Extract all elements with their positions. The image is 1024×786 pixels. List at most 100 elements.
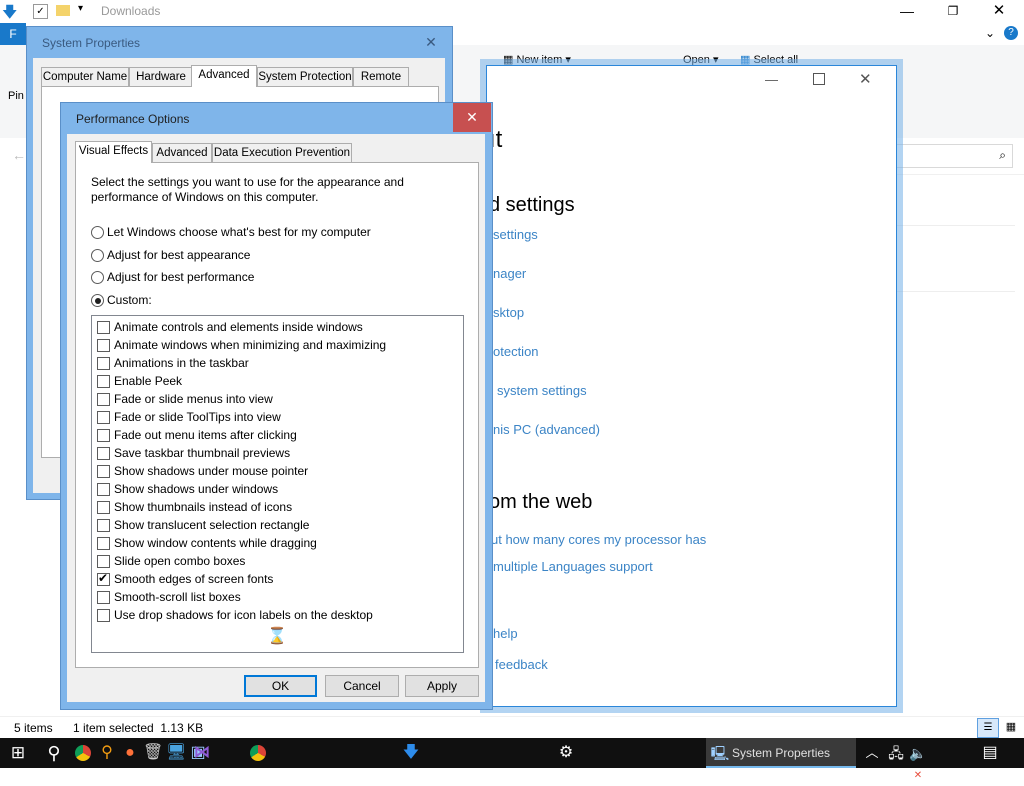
tab-remote[interactable]: Remote <box>353 67 409 87</box>
option-label: Animate windows when minimizing and maxi… <box>114 338 387 352</box>
radio-option-best-appearance[interactable]: Adjust for best appearance <box>91 248 411 264</box>
link-bitlocker-settings[interactable]: settings <box>493 227 538 242</box>
list-item[interactable]: Smooth-scroll list boxes <box>92 589 463 607</box>
list-item[interactable]: Show shadows under mouse pointer <box>92 463 463 481</box>
tab-computer-name[interactable]: Computer Name <box>41 67 129 87</box>
checkbox[interactable] <box>97 429 110 442</box>
tab-advanced[interactable]: Advanced <box>191 65 257 87</box>
pin-label[interactable]: Pin <box>8 90 24 102</box>
about-close-button[interactable]: ✕ <box>859 70 872 88</box>
list-item[interactable]: Animations in the taskbar <box>92 355 463 373</box>
volume-muted-icon[interactable]: 🔈✕ <box>908 743 928 781</box>
list-item[interactable]: Show thumbnails instead of icons <box>92 499 463 517</box>
checkbox[interactable] <box>97 447 110 460</box>
downloads-window-icon[interactable]: 🡇 <box>401 743 421 763</box>
checkbox[interactable] <box>97 555 110 568</box>
checkbox[interactable] <box>97 465 110 478</box>
details-view-icon[interactable]: ☰ <box>977 718 999 738</box>
checkbox[interactable] <box>97 339 110 352</box>
quick-access-dropdown-icon[interactable]: ▾ <box>78 3 83 14</box>
firefox-icon[interactable]: ● <box>120 743 140 763</box>
list-item[interactable]: Use drop shadows for icon labels on the … <box>92 607 463 625</box>
link-get-help[interactable]: help <box>493 626 518 641</box>
checkbox[interactable] <box>97 501 110 514</box>
checkbox[interactable] <box>97 609 110 622</box>
checkbox[interactable] <box>97 375 110 388</box>
file-tab[interactable]: F <box>0 23 26 45</box>
cancel-button[interactable]: Cancel <box>325 675 399 697</box>
checkbox[interactable] <box>97 483 110 496</box>
link-processor-cores[interactable]: ut how many cores my processor has <box>491 532 706 547</box>
taskbar-system-properties-button[interactable]: 🖳 System Properties <box>706 738 856 768</box>
checkbox[interactable] <box>97 591 110 604</box>
radio-option-best-performance[interactable]: Adjust for best performance <box>91 270 411 286</box>
checkbox[interactable] <box>97 537 110 550</box>
radio-button[interactable] <box>91 294 104 307</box>
link-rename-pc[interactable]: nis PC (advanced) <box>493 422 600 437</box>
folder-quick-icon[interactable] <box>56 5 70 16</box>
list-item[interactable]: Show shadows under windows <box>92 481 463 499</box>
windows-start-icon[interactable]: ⊞ <box>8 743 28 763</box>
list-item[interactable]: Fade or slide ToolTips into view <box>92 409 463 427</box>
action-center-icon[interactable]: ▤ <box>980 743 1000 763</box>
list-item[interactable]: Animate windows when minimizing and maxi… <box>92 337 463 355</box>
list-item[interactable]: Animate controls and elements inside win… <box>92 319 463 337</box>
ok-button[interactable]: OK <box>244 675 317 697</box>
list-item[interactable]: Slide open combo boxes <box>92 553 463 571</box>
link-language-support[interactable]: multiple Languages support <box>493 559 653 574</box>
tab-visual-effects[interactable]: Visual Effects <box>75 141 152 163</box>
tab-data-execution-prevention[interactable]: Data Execution Prevention <box>212 143 352 163</box>
help-icon[interactable]: ? <box>1004 26 1018 40</box>
properties-quick-icon[interactable]: ✓ <box>33 4 48 19</box>
radio-button[interactable] <box>91 249 104 262</box>
about-maximize-button[interactable] <box>813 73 825 85</box>
search-tool-icon[interactable]: ⚲ <box>97 743 117 763</box>
radio-option-let-windows-choose[interactable]: Let Windows choose what's best for my co… <box>91 225 411 241</box>
list-item[interactable]: Save taskbar thumbnail previews <box>92 445 463 463</box>
visual-studio-icon[interactable]: ⋈ <box>192 743 212 763</box>
search-icon[interactable]: ⚲ <box>44 743 64 763</box>
checkbox[interactable] <box>97 357 110 370</box>
link-device-manager[interactable]: nager <box>493 266 526 281</box>
tab-hardware[interactable]: Hardware <box>129 67 193 87</box>
performance-options-close-button[interactable]: ✕ <box>453 103 491 132</box>
ribbon-collapse-icon[interactable]: ⌄ <box>985 26 995 40</box>
link-remote-desktop[interactable]: sktop <box>493 305 524 320</box>
network-tray-icon[interactable]: 🖧 <box>886 743 906 763</box>
list-item[interactable]: Fade out menu items after clicking <box>92 427 463 445</box>
search-input[interactable]: ⌕ <box>895 144 1013 168</box>
back-arrow-icon[interactable]: ← <box>12 147 26 163</box>
checkbox[interactable] <box>97 571 110 586</box>
list-item[interactable]: Show window contents while dragging <box>92 535 463 553</box>
checkbox[interactable] <box>97 321 110 334</box>
chevron-up-icon[interactable]: ︿ <box>862 743 882 763</box>
list-item[interactable]: Smooth edges of screen fonts <box>92 571 463 589</box>
link-system-protection[interactable]: otection <box>493 344 539 359</box>
system-properties-close-button[interactable]: ✕ <box>413 28 449 56</box>
recycle-bin-icon[interactable]: 🗑 <box>143 743 163 763</box>
link-give-feedback[interactable]: feedback <box>495 657 548 672</box>
link-advanced-system-settings[interactable]: system settings <box>497 383 587 398</box>
apply-button[interactable]: Apply <box>405 675 479 697</box>
list-item[interactable]: Show translucent selection rectangle <box>92 517 463 535</box>
tab-perf-advanced[interactable]: Advanced <box>152 143 212 163</box>
tab-system-protection[interactable]: System Protection <box>257 67 353 87</box>
radio-button[interactable] <box>91 271 104 284</box>
explorer-close-button[interactable]: ✕ <box>976 0 1022 23</box>
list-item[interactable]: Enable Peek <box>92 373 463 391</box>
explorer-restore-button[interactable]: ❐ <box>930 0 976 23</box>
radio-option-custom[interactable]: Custom: <box>91 293 411 309</box>
chrome-window-icon[interactable] <box>248 743 268 763</box>
about-minimize-button[interactable]: — <box>765 72 778 87</box>
settings-window-icon[interactable]: ⚙ <box>556 743 576 763</box>
checkbox[interactable] <box>97 411 110 424</box>
large-icons-view-icon[interactable]: ▦ <box>1002 718 1020 736</box>
visual-effects-list[interactable]: Animate controls and elements inside win… <box>91 315 464 653</box>
explorer-minimize-button[interactable]: — <box>884 0 930 23</box>
checkbox[interactable] <box>97 393 110 406</box>
list-item[interactable]: Fade or slide menus into view <box>92 391 463 409</box>
remote-desktop-icon[interactable]: 🖥 <box>166 743 186 763</box>
chrome-icon[interactable] <box>73 743 93 763</box>
checkbox[interactable] <box>97 519 110 532</box>
radio-button[interactable] <box>91 226 104 239</box>
